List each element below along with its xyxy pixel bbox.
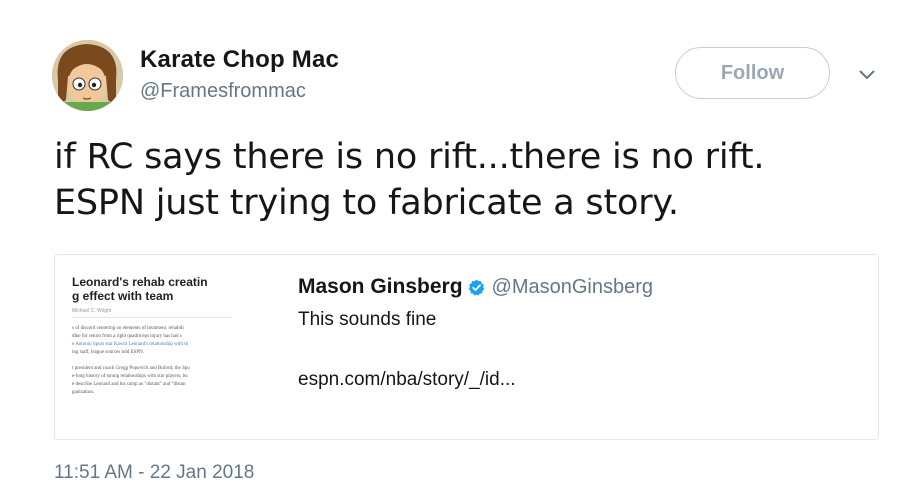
quoted-tweet-card[interactable]: Leonard's rehab creatin g effect with te…: [54, 254, 879, 440]
avatar-image: [52, 40, 123, 111]
quoted-author-name: Mason Ginsberg: [298, 275, 463, 298]
tweet-text: if RC says there is no rift...there is n…: [54, 134, 894, 226]
avatar[interactable]: [52, 40, 123, 111]
tweet-text-line: ESPN just trying to fabricate a story.: [54, 183, 679, 223]
quoted-author: Mason Ginsberg @MasonGinsberg: [298, 275, 653, 299]
follow-button[interactable]: Follow: [675, 47, 830, 99]
quoted-author-handle: @MasonGinsberg: [491, 275, 654, 298]
thumbnail-byline: Michael C. Wright: [72, 308, 112, 314]
author-name[interactable]: Karate Chop Mac: [140, 46, 339, 74]
quoted-tweet-link[interactable]: espn.com/nba/story/_/id...: [298, 369, 516, 391]
tweet: Karate Chop Mac @Framesfrommac Follow if…: [0, 0, 920, 487]
more-options-button[interactable]: [852, 60, 882, 90]
thumbnail-divider: [72, 317, 232, 318]
thumbnail-headline: Leonard's rehab creatin g effect with te…: [72, 275, 208, 303]
thumbnail-body: s of discord centering on elements of tr…: [72, 326, 190, 395]
author-handle[interactable]: @Framesfrommac: [140, 80, 306, 103]
tweet-timestamp[interactable]: 11:51 AM - 22 Jan 2018: [54, 462, 254, 484]
verified-badge-icon: [468, 279, 484, 296]
tweet-text-line: if RC says there is no rift...there is n…: [54, 137, 765, 177]
article-thumbnail[interactable]: Leonard's rehab creatin g effect with te…: [69, 273, 239, 433]
chevron-down-icon: [859, 70, 875, 79]
quoted-tweet-text: This sounds fine: [298, 309, 437, 330]
